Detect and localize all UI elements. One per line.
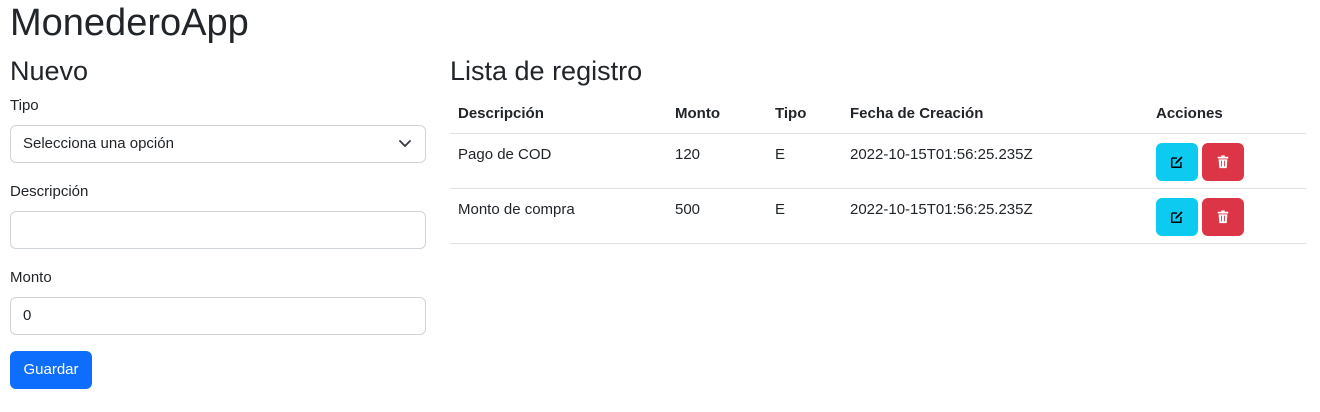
cell-acciones [1148, 133, 1306, 189]
trash-icon [1217, 210, 1229, 224]
table-row: Monto de compra 500 E 2022-10-15T01:56:2… [450, 188, 1306, 244]
chevron-down-icon [399, 140, 411, 147]
cell-descripcion: Monto de compra [450, 188, 667, 244]
column-header-acciones: Acciones [1148, 94, 1306, 134]
tipo-select[interactable]: Selecciona una opción [10, 125, 426, 163]
table-row: Pago de COD 120 E 2022-10-15T01:56:25.23… [450, 133, 1306, 189]
tipo-select-value: Selecciona una opción [23, 135, 174, 152]
cell-acciones [1148, 188, 1306, 244]
monto-label: Monto [10, 269, 52, 286]
cell-monto: 500 [667, 188, 767, 244]
tipo-label: Tipo [10, 97, 39, 114]
column-header-monto: Monto [667, 94, 767, 134]
table-header-row: Descripción Monto Tipo Fecha de Creación… [450, 94, 1306, 134]
monto-input[interactable]: 0 [10, 297, 426, 335]
column-header-fecha: Fecha de Creación [842, 94, 1148, 134]
edit-button[interactable] [1156, 198, 1198, 236]
descripcion-input[interactable] [10, 211, 426, 249]
cell-descripcion: Pago de COD [450, 133, 667, 189]
form-title: Nuevo [10, 56, 89, 86]
records-table-wrap: Descripción Monto Tipo Fecha de Creación… [450, 94, 1306, 244]
cell-fecha: 2022-10-15T01:56:25.235Z [842, 188, 1148, 244]
column-header-tipo: Tipo [767, 94, 842, 134]
cell-tipo: E [767, 188, 842, 244]
cell-tipo: E [767, 133, 842, 189]
trash-icon [1217, 155, 1229, 169]
delete-button[interactable] [1202, 143, 1244, 181]
app-title: MonederoApp [10, 2, 249, 44]
cell-monto: 120 [667, 133, 767, 189]
edit-icon [1171, 156, 1183, 168]
delete-button[interactable] [1202, 198, 1244, 236]
edit-icon [1171, 211, 1183, 223]
column-header-descripcion: Descripción [450, 94, 667, 134]
list-title: Lista de registro [450, 56, 643, 86]
monto-input-value: 0 [23, 307, 32, 324]
records-table: Descripción Monto Tipo Fecha de Creación… [450, 94, 1306, 244]
descripcion-label: Descripción [10, 183, 89, 200]
edit-button[interactable] [1156, 143, 1198, 181]
save-button[interactable]: Guardar [10, 351, 92, 389]
cell-fecha: 2022-10-15T01:56:25.235Z [842, 133, 1148, 189]
